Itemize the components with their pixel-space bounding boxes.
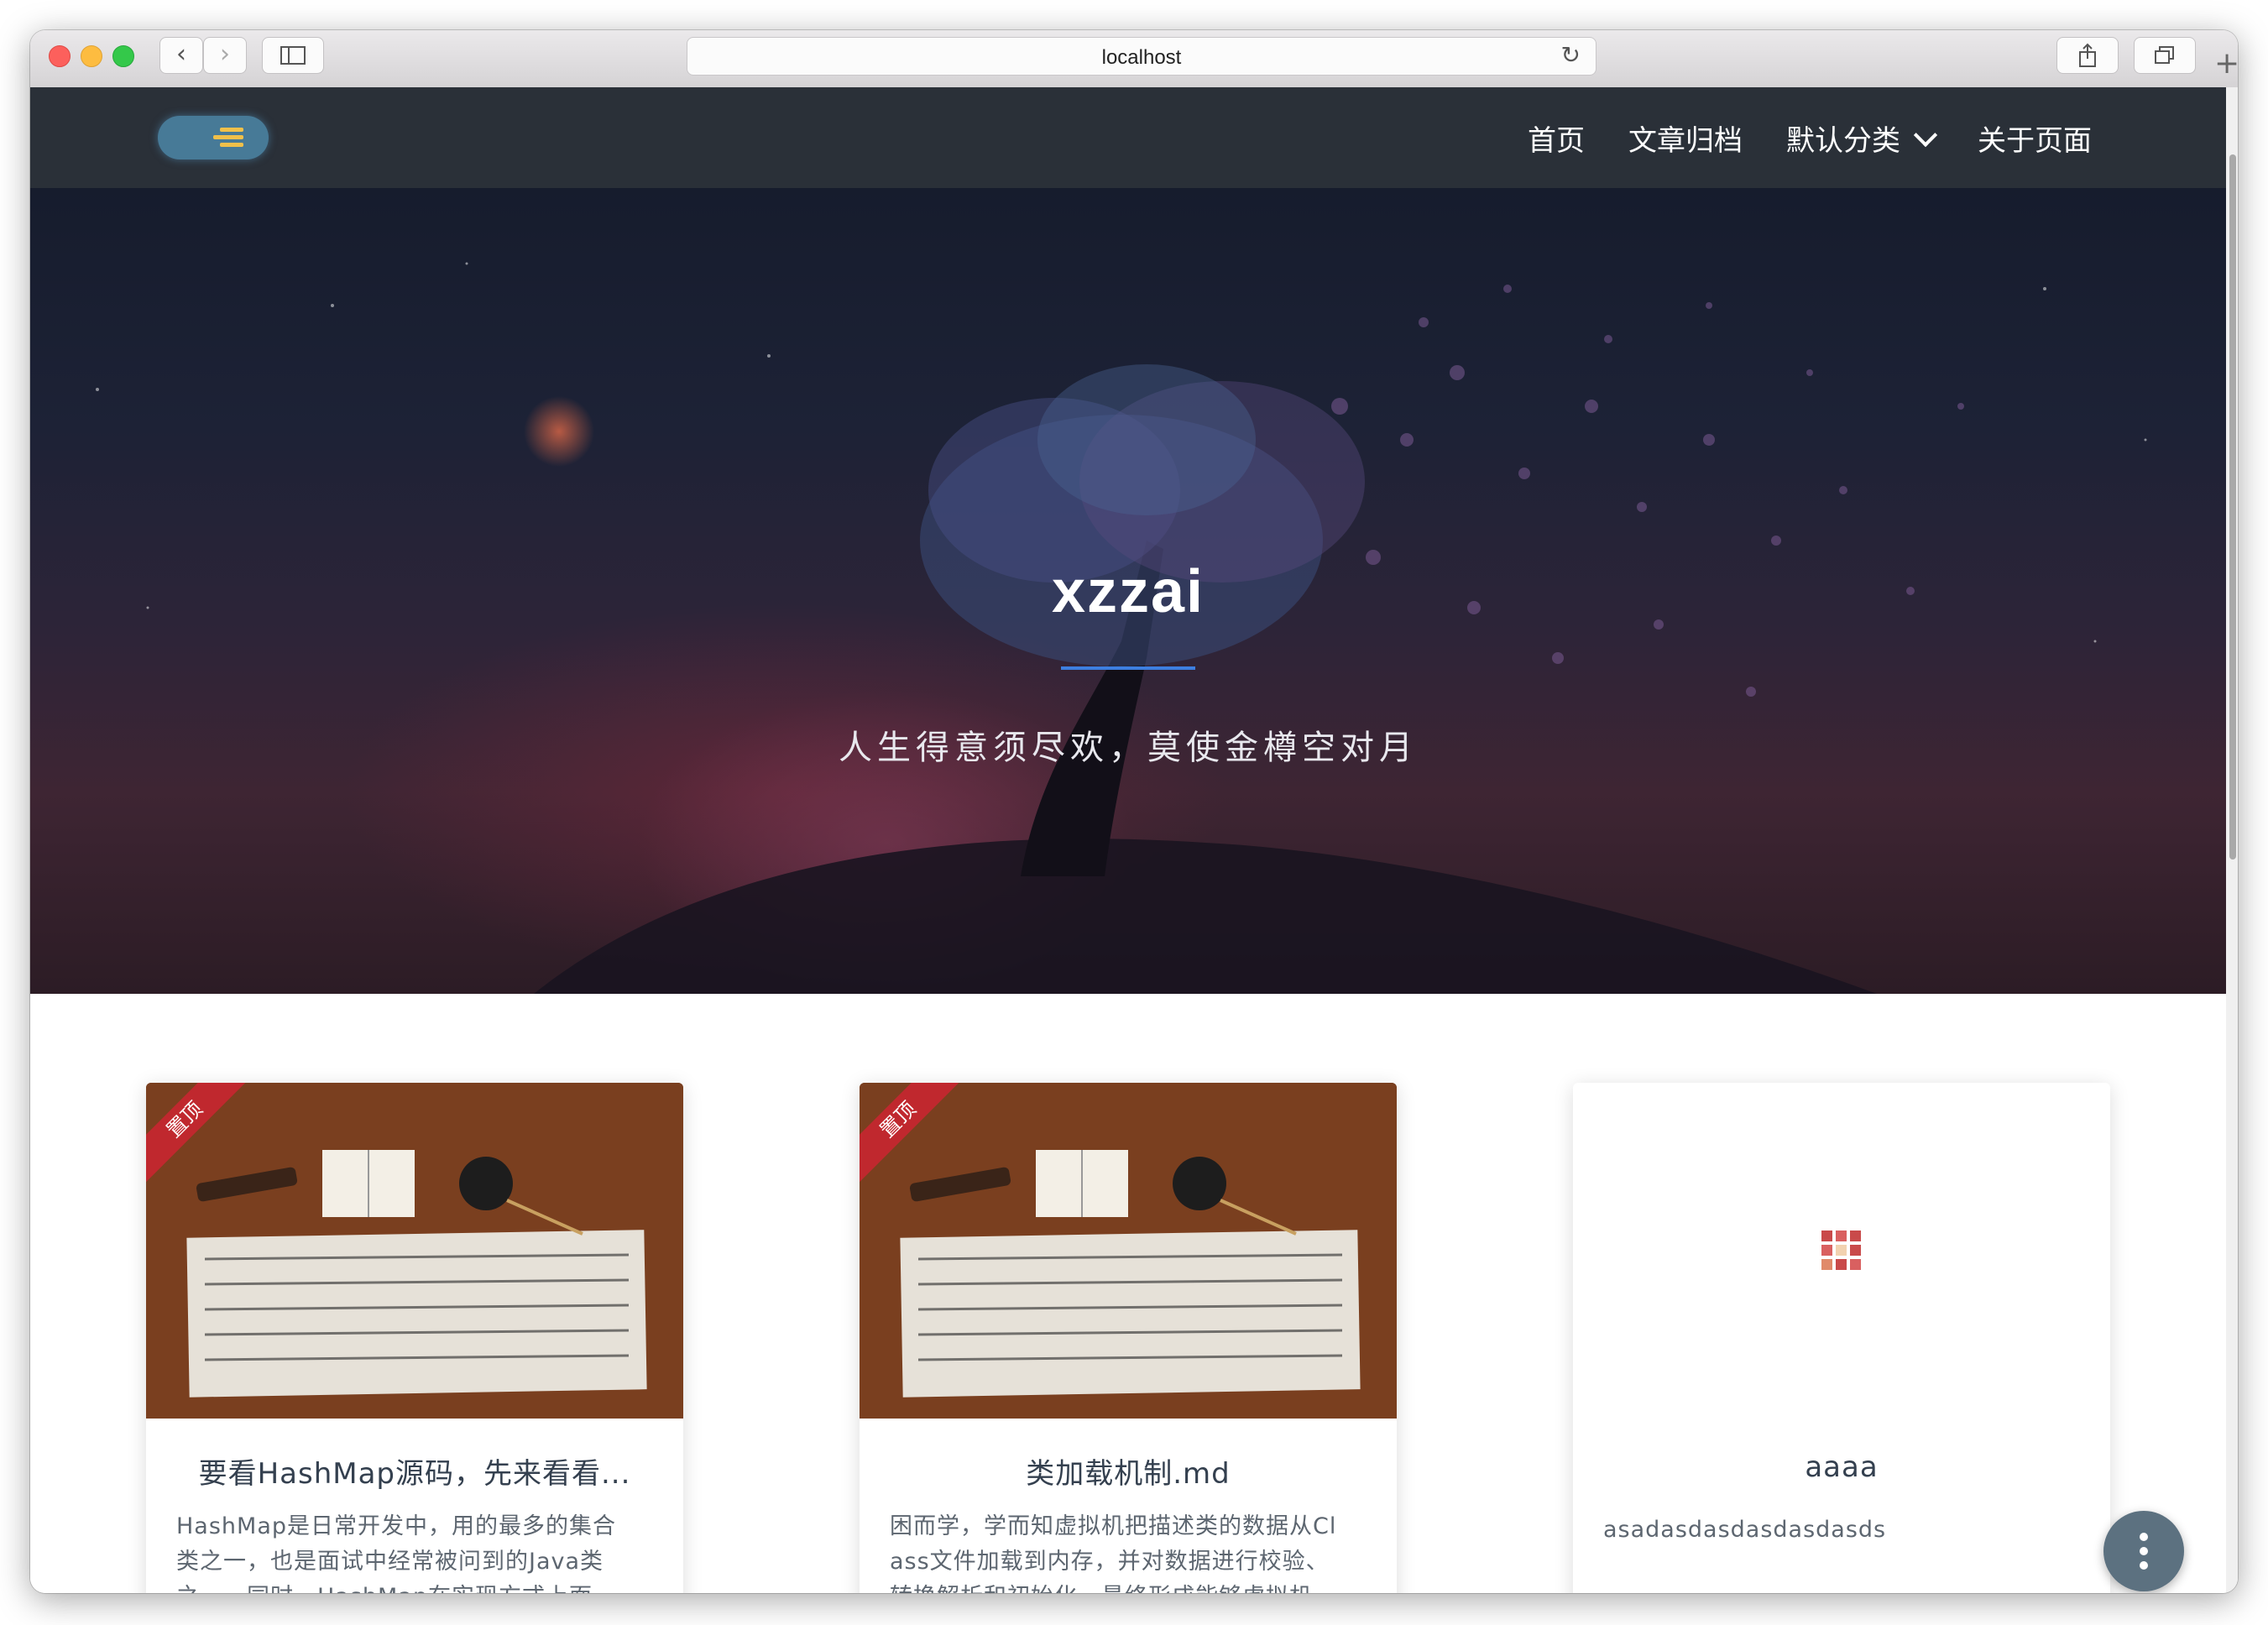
forward-button[interactable]: › (203, 37, 247, 74)
excerpt-line: asadasdasdasdasdasds (1603, 1517, 1887, 1543)
site-subtitle: 人生得意须尽欢，莫使金樽空对月 (839, 729, 1418, 767)
nav-item-home[interactable]: 首页 (1528, 118, 1585, 159)
excerpt-line: 转换解析和初始化，最终形成能够虚拟机... (890, 1580, 1367, 1593)
excerpt-line: ass文件加载到内存，并对数据进行校验、 (890, 1549, 1330, 1575)
excerpt-line: 类之一，也是面试中经常被问到的Java类 (176, 1549, 604, 1575)
post-excerpt: HashMap是日常开发中，用的最多的集合 类之一，也是面试中经常被问到的Jav… (176, 1509, 653, 1593)
title-divider (1061, 666, 1195, 670)
more-vertical-icon (2140, 1533, 2148, 1541)
back-button[interactable]: ‹ (159, 37, 203, 74)
site-logo[interactable] (158, 116, 269, 159)
chevron-left-icon: ‹ (176, 39, 186, 69)
excerpt-line: 困而学，学而知虚拟机把描述类的数据从Cl (890, 1513, 1337, 1539)
more-vertical-icon-dot (2140, 1561, 2148, 1570)
url-text: localhost (1101, 46, 1182, 69)
pinned-ribbon: 置顶 (860, 1083, 969, 1192)
post-title[interactable]: 类加载机制.md (885, 1450, 1372, 1492)
excerpt-line: HashMap是日常开发中，用的最多的集合 (176, 1513, 617, 1539)
scrollbar-thumb[interactable] (2229, 154, 2236, 860)
reload-icon[interactable]: ↻ (1561, 41, 1581, 69)
image-placeholder-icon (1821, 1231, 1861, 1270)
post-card[interactable]: 置顶 类加载机制.md 困而学，学而知虚拟机把描述类的数据从Cl ass文件加载… (860, 1083, 1397, 1593)
nav-item-about[interactable]: 关于页面 (1978, 118, 2092, 159)
post-excerpt: 困而学，学而知虚拟机把描述类的数据从Cl ass文件加载到内存，并对数据进行校验… (890, 1509, 1367, 1593)
post-title[interactable]: aaaa (1598, 1450, 2085, 1484)
hero-banner: xzzai 人生得意须尽欢，莫使金樽空对月 (30, 188, 2226, 994)
sidebar-icon (280, 46, 306, 65)
nav-item-archive[interactable]: 文章归档 (1628, 118, 1743, 159)
new-tab-button[interactable]: + (2214, 47, 2238, 87)
share-icon (2079, 43, 2096, 67)
tabs-icon (2155, 46, 2174, 64)
sidebar-toggle-button[interactable] (262, 37, 324, 74)
tabs-overview-button[interactable] (2134, 37, 2196, 74)
pinned-badge: 置顶 (146, 1083, 250, 1185)
excerpt-line: 之一。同时，HashMap在实现方式上面... (176, 1580, 653, 1593)
nav-item-category-label: 默认分类 (1786, 123, 1900, 158)
address-bar[interactable]: localhost ↻ (687, 37, 1596, 76)
site-title: xzzai (1051, 558, 1205, 625)
post-excerpt: asadasdasdasdasdasds (1603, 1513, 2080, 1548)
browser-window: ‹ › localhost ↻ + 首页 文章归档 默认分类 关于页面 xzza… (30, 30, 2238, 1593)
more-vertical-icon-dot (2140, 1547, 2148, 1555)
nav-menu: 首页 文章归档 默认分类 关于页面 (1484, 112, 2092, 163)
more-options-button[interactable] (2103, 1511, 2184, 1591)
close-window-button[interactable] (49, 45, 71, 67)
pinned-badge: 置顶 (860, 1083, 964, 1185)
nav-item-category[interactable]: 默认分类 (1786, 118, 1938, 159)
pinned-ribbon: 置顶 (146, 1083, 255, 1192)
post-card[interactable]: 置顶 要看HashMap源码，先来看看... HashMap是日常开发中，用的最… (146, 1083, 683, 1593)
chevron-right-icon: › (220, 39, 230, 69)
web-page: 首页 文章归档 默认分类 关于页面 xzzai 人生得意须尽欢，莫使金樽空对月 … (30, 87, 2226, 1593)
logo-icon (213, 126, 245, 149)
site-navbar: 首页 文章归档 默认分类 关于页面 (30, 87, 2226, 188)
browser-toolbar: ‹ › localhost ↻ + (30, 30, 2238, 89)
chevron-down-icon (1913, 123, 1938, 147)
scrollbar[interactable] (2225, 87, 2238, 1593)
post-title[interactable]: 要看HashMap源码，先来看看... (171, 1450, 658, 1492)
post-card[interactable]: aaaa asadasdasdasdasdasds (1573, 1083, 2110, 1593)
zoom-window-button[interactable] (112, 45, 134, 67)
share-button[interactable] (2056, 37, 2119, 74)
minimize-window-button[interactable] (81, 45, 102, 67)
